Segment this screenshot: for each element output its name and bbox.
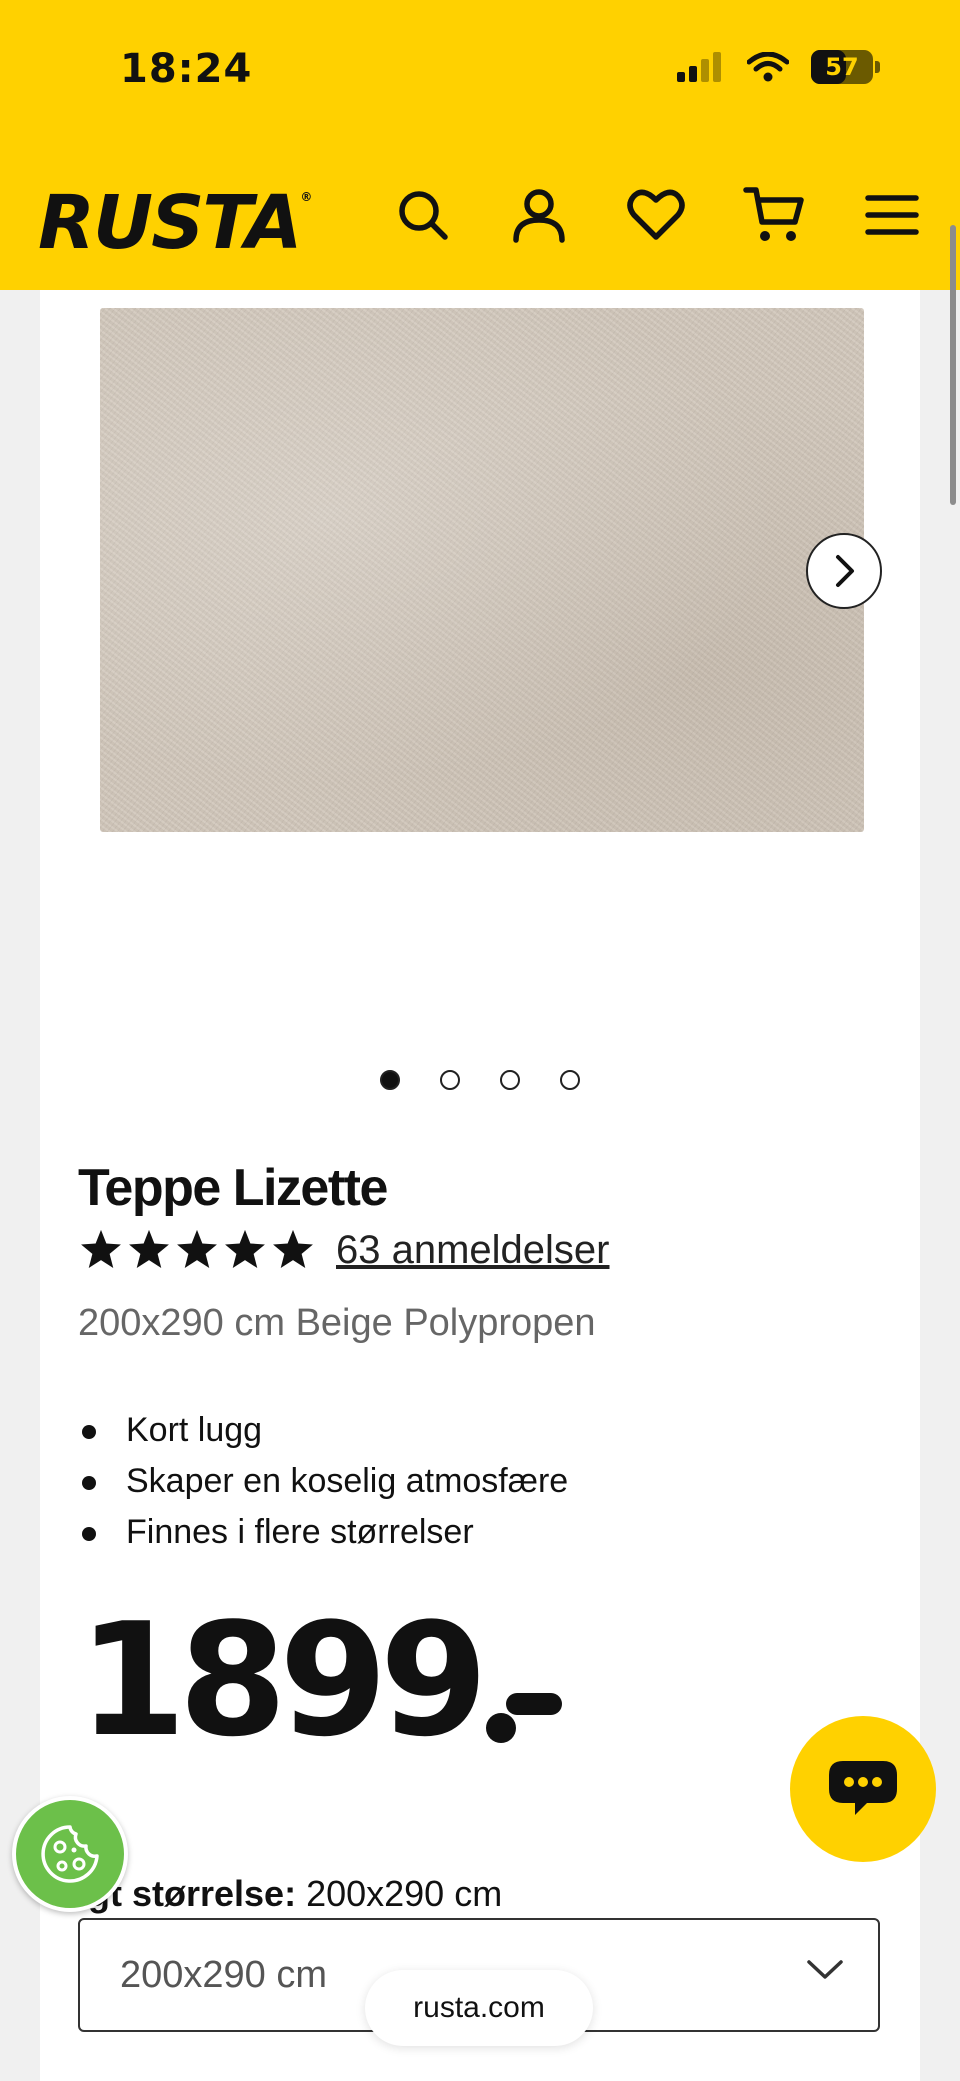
search-icon xyxy=(399,191,448,240)
price-suffix xyxy=(486,1675,566,1745)
chat-button[interactable] xyxy=(790,1716,936,1862)
gallery-next-button[interactable] xyxy=(806,533,882,609)
gallery-dot-1[interactable] xyxy=(380,1070,400,1090)
wishlist-button[interactable] xyxy=(623,182,689,248)
cart-icon xyxy=(743,187,804,241)
menu-icon xyxy=(865,195,919,235)
chevron-down-icon xyxy=(807,1960,843,1979)
heart-icon xyxy=(627,189,685,240)
selected-size: 200x290 cm xyxy=(306,1873,503,1914)
product-title: Teppe Lizette xyxy=(78,1159,388,1217)
star-icon xyxy=(177,1229,217,1269)
gallery-dot-2[interactable] xyxy=(440,1070,460,1090)
size-label: lgt størrelse: 200x290 cm xyxy=(78,1873,503,1914)
battery-indicator: 57 xyxy=(811,50,880,84)
star-icon xyxy=(81,1229,121,1269)
account-button[interactable] xyxy=(506,182,572,248)
product-subtitle: 200x290 cm Beige Polypropen xyxy=(78,1302,596,1344)
price-value: 1899 xyxy=(78,1589,488,1771)
menu-button[interactable] xyxy=(859,182,925,248)
rating-stars xyxy=(78,1227,316,1273)
feature-item: Kort lugg xyxy=(78,1405,568,1456)
product-card: Teppe Lizette 63 anmeldelser 200x290 cm … xyxy=(40,290,920,2081)
product-rating: 63 anmeldelser xyxy=(78,1227,610,1273)
product-image-gallery[interactable] xyxy=(100,308,864,832)
gallery-dot-4[interactable] xyxy=(560,1070,580,1090)
feature-list: Kort lugg Skaper en koselig atmosfære Fi… xyxy=(78,1405,568,1558)
chevron-right-icon xyxy=(836,555,854,587)
size-select-value: 200x290 cm xyxy=(120,1953,328,1996)
star-icon xyxy=(129,1229,169,1269)
star-icon xyxy=(225,1229,265,1269)
wifi-icon xyxy=(747,52,789,82)
battery-level: 57 xyxy=(825,53,859,81)
cart-button[interactable] xyxy=(741,182,807,248)
reviews-link[interactable]: 63 anmeldelser xyxy=(336,1228,610,1273)
status-time: 18:24 xyxy=(120,46,253,92)
cookie-icon xyxy=(41,1825,99,1883)
gallery-pagination xyxy=(40,1070,920,1090)
url-text: rusta.com xyxy=(413,1991,545,2024)
cookie-settings-button[interactable] xyxy=(12,1796,128,1912)
status-icons: 57 xyxy=(677,50,880,84)
feature-item: Skaper en koselig atmosfære xyxy=(78,1456,568,1507)
search-button[interactable] xyxy=(390,182,456,248)
gallery-dot-3[interactable] xyxy=(500,1070,520,1090)
feature-item: Finnes i flere størrelser xyxy=(78,1507,568,1558)
star-icon xyxy=(273,1229,313,1269)
browser-url-pill[interactable]: rusta.com xyxy=(365,1970,593,2046)
account-icon xyxy=(513,189,565,243)
product-image[interactable] xyxy=(100,308,864,832)
product-price: 1899 xyxy=(78,1600,566,1760)
header-nav xyxy=(0,182,960,252)
chat-icon xyxy=(829,1761,897,1815)
page-scrollbar[interactable] xyxy=(950,225,956,505)
top-bar: 18:24 57 RUSTA® xyxy=(0,0,960,290)
cellular-signal-icon xyxy=(677,52,721,82)
